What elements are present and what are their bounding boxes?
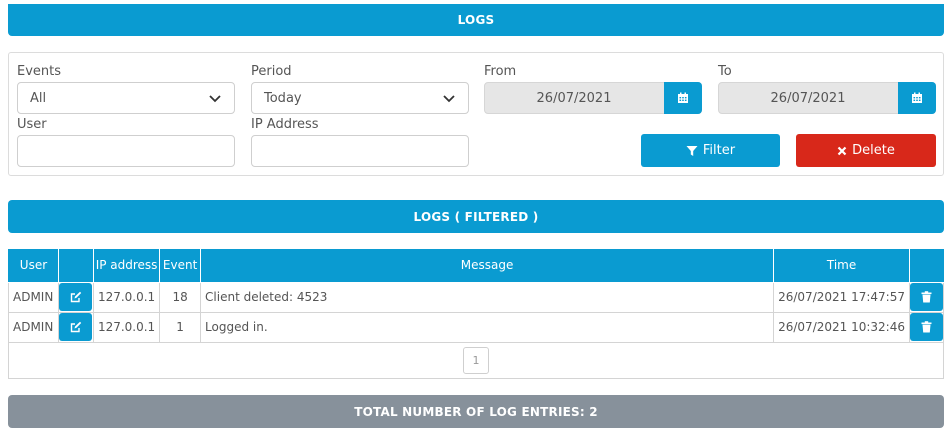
calendar-icon: [678, 92, 688, 103]
trash-icon: [921, 291, 932, 303]
cell-message: Logged in.: [200, 311, 775, 343]
user-input[interactable]: [17, 135, 235, 167]
table-row: ADMIN 127.0.0.1 18 Client deleted: 4523 …: [8, 281, 945, 313]
column-header-user: User: [8, 249, 59, 283]
from-calendar-button[interactable]: [664, 82, 702, 114]
x-icon: [837, 146, 847, 155]
funnel-icon: [686, 145, 698, 156]
events-value: All: [30, 90, 47, 106]
delete-button-label: Delete: [852, 143, 895, 158]
column-header-edit: [57, 249, 94, 283]
chevron-down-icon: [209, 95, 221, 103]
total-entries-bar: TOTAL NUMBER OF LOG ENTRIES: 2: [8, 395, 944, 428]
period-select[interactable]: Today: [251, 82, 469, 114]
column-header-message: Message: [200, 249, 775, 283]
edit-icon: [70, 321, 82, 333]
logs-title: LOGS: [457, 13, 495, 27]
column-header-time: Time: [773, 249, 910, 283]
cell-time: 26/07/2021 17:47:57: [773, 281, 910, 313]
period-label: Period: [251, 64, 292, 79]
cell-event: 1: [159, 311, 202, 343]
filter-button-label: Filter: [702, 143, 736, 158]
to-date-value: 26/07/2021: [770, 90, 846, 106]
to-calendar-button[interactable]: [898, 82, 936, 114]
edit-button[interactable]: [59, 313, 93, 341]
from-date-value: 26/07/2021: [536, 90, 612, 106]
table-header-row: User IP address Event Message Time: [8, 249, 945, 283]
page-button-1[interactable]: 1: [463, 346, 489, 374]
edit-icon: [70, 291, 82, 303]
trash-icon: [921, 321, 932, 333]
trash-button[interactable]: [909, 283, 943, 311]
to-label: To: [718, 64, 732, 79]
total-entries-label: TOTAL NUMBER OF LOG ENTRIES: 2: [354, 404, 598, 419]
events-label: Events: [17, 64, 62, 79]
filter-button[interactable]: Filter: [641, 134, 780, 167]
cell-user: ADMIN: [8, 311, 59, 343]
filtered-logs-header: LOGS ( FILTERED ): [8, 200, 944, 233]
ip-address-input[interactable]: [251, 135, 469, 167]
user-label: User: [17, 117, 47, 132]
cell-ip-address: 127.0.0.1: [92, 281, 161, 313]
cell-ip-address: 127.0.0.1: [92, 311, 161, 343]
edit-button[interactable]: [59, 283, 93, 311]
logs-header: LOGS: [8, 4, 944, 36]
calendar-icon: [912, 92, 922, 103]
from-date-field[interactable]: 26/07/2021: [484, 82, 702, 114]
column-header-event: Event: [159, 249, 202, 283]
column-header-ip-address: IP address: [92, 249, 161, 283]
cell-event: 18: [159, 281, 202, 313]
logs-table: User IP address Event Message Time ADMIN…: [8, 249, 945, 379]
filter-panel: Events All Period Today From 26/07/2021 …: [8, 52, 944, 176]
delete-button[interactable]: Delete: [796, 134, 936, 167]
column-header-delete: [908, 249, 945, 283]
to-date-field[interactable]: 26/07/2021: [718, 82, 936, 114]
table-row: ADMIN 127.0.0.1 1 Logged in. 26/07/2021 …: [8, 311, 945, 343]
trash-button[interactable]: [909, 313, 943, 341]
from-label: From: [484, 64, 517, 79]
cell-user: ADMIN: [8, 281, 59, 313]
pagination-row: 1: [8, 342, 944, 379]
chevron-down-icon: [443, 95, 455, 103]
ip-address-label: IP Address: [251, 117, 319, 132]
events-select[interactable]: All: [17, 82, 235, 114]
period-value: Today: [264, 90, 302, 106]
cell-time: 26/07/2021 10:32:46: [773, 311, 910, 343]
cell-message: Client deleted: 4523: [200, 281, 775, 313]
filtered-logs-title: LOGS ( FILTERED ): [413, 209, 539, 224]
